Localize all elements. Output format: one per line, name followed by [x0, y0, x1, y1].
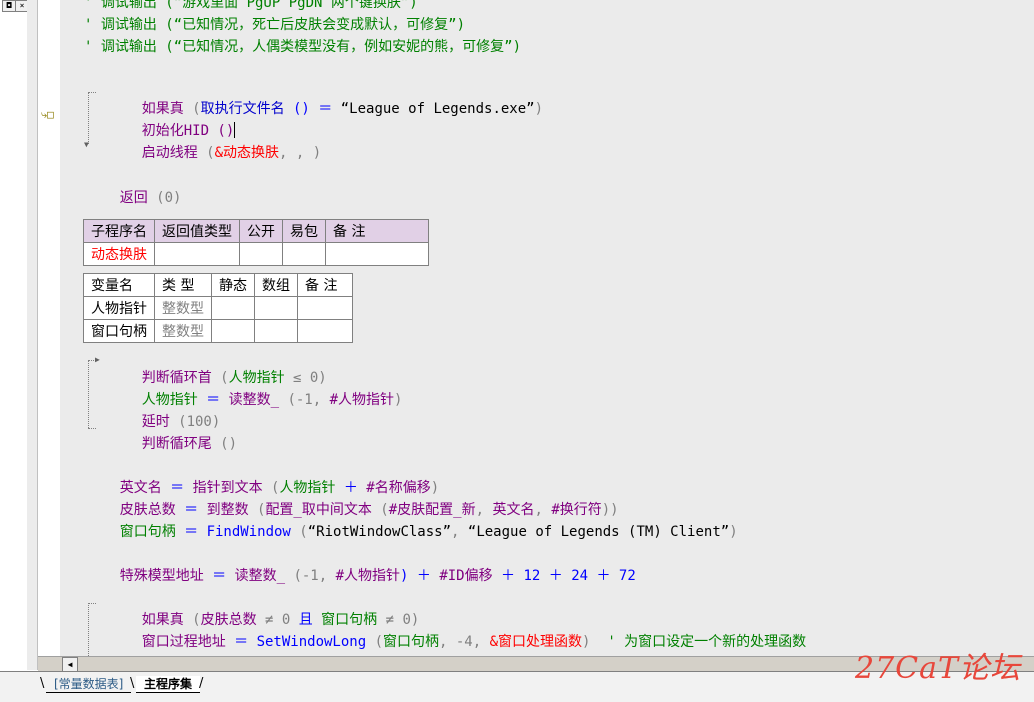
punct: , — [451, 524, 468, 540]
keyword: 返回 — [119, 190, 148, 206]
variable-table: 变量名 类 型 静态 数组 备 注 人物指针 整数型 窗口句柄 整数型 — [83, 273, 353, 343]
scroll-left-arrow-icon[interactable]: ◀ — [62, 657, 78, 672]
pane-restore-button[interactable]: ◘ — [2, 0, 16, 12]
punct: ( — [290, 524, 308, 540]
table-cell[interactable] — [154, 242, 240, 266]
operator: ＝ — [175, 524, 207, 540]
subroutine-ref: &窗口处理函数 — [489, 634, 583, 650]
punct: ) — [729, 524, 738, 540]
variable: 窗口句柄 — [383, 634, 440, 650]
punct: (-1, — [279, 392, 330, 408]
function-call: 读整数_ — [234, 568, 286, 584]
table-header: 子程序名 — [83, 219, 155, 243]
operator: ＝ — [225, 634, 257, 650]
subroutine-table: 子程序名 返回值类型 公开 易包 备 注 动态换肤 — [83, 219, 429, 266]
comment-line: ' 调试输出 (“已知情况，死亡后皮肤会变成默认，可修复”) — [84, 17, 465, 33]
table-cell[interactable] — [282, 242, 326, 266]
tab-separator: / — [199, 676, 204, 691]
table-cell[interactable] — [254, 296, 298, 320]
keyword: 判断循环尾 — [141, 436, 212, 452]
tab-separator: \ — [40, 676, 45, 691]
constant: #ID偏移 — [439, 568, 493, 584]
flow-guide — [88, 92, 96, 93]
tab-separator: \ — [130, 676, 135, 691]
left-scrollbar[interactable] — [27, 0, 38, 670]
table-cell[interactable]: 动态换肤 — [83, 242, 155, 266]
operator: ＝ — [203, 568, 235, 584]
flow-guide — [88, 360, 89, 428]
function-call: 启动线程 — [141, 145, 198, 161]
function-call: 读整数_ — [228, 392, 280, 408]
table-cell[interactable] — [211, 296, 255, 320]
table-header: 备 注 — [325, 219, 429, 243]
constant: #人物指针 — [335, 568, 401, 584]
flow-guide — [88, 603, 89, 656]
table-cell[interactable] — [297, 319, 353, 343]
table-cell[interactable]: 人物指针 — [83, 296, 155, 320]
punct: (-1, — [285, 568, 336, 584]
table-cell[interactable] — [297, 296, 353, 320]
left-panel: ◘ × — [0, 0, 29, 670]
string-literal: “RiotWindowClass” — [307, 524, 452, 540]
punct: ( — [366, 634, 384, 650]
string-literal: “League of Legends (TM) Client” — [467, 524, 730, 540]
punct: ) — [394, 392, 403, 408]
assign-statement: 窗口过程地址 ＝ SetWindowLong (窗口句柄, -4, &窗口处理函… — [108, 615, 806, 656]
flow-guide — [88, 428, 96, 429]
code-editor[interactable]: ' 调试输出 (“游戏里面 PgUP PgDN 两个键换肤”) ' 调试输出 (… — [60, 0, 1034, 656]
function-call: SetWindowLong — [256, 634, 367, 650]
return-statement: 返回 (0) — [86, 171, 182, 225]
punct: , , ) — [279, 145, 322, 161]
table-cell[interactable] — [325, 242, 429, 266]
comment-line: ' 调试输出 (“游戏里面 PgUP PgDN 两个键换肤”) — [84, 0, 418, 11]
table-header: 备 注 — [297, 273, 353, 297]
punct: () ＝ — [284, 101, 341, 117]
watermark-logo: 27CaT论坛 — [855, 651, 1022, 686]
variable: 窗口句柄 — [119, 524, 176, 540]
table-header: 静态 — [211, 273, 255, 297]
tab-constant-table[interactable]: [常量数据表] — [46, 676, 132, 693]
operator: ) ＋ — [400, 568, 440, 584]
tab-main-assembly[interactable]: 主程序集 — [136, 676, 201, 693]
constant: #人物指针 — [329, 392, 395, 408]
variable: 特殊模型地址 — [119, 568, 204, 584]
punct: () — [211, 436, 238, 452]
current-line-marker-icon: ⤷□ — [41, 108, 54, 121]
table-header: 公开 — [239, 219, 283, 243]
punct: ( — [197, 145, 215, 161]
flow-guide — [88, 603, 96, 604]
table-cell[interactable] — [254, 319, 298, 343]
flow-guide — [88, 92, 89, 144]
operator: ＋ 12 ＋ 24 ＋ 72 — [492, 568, 636, 584]
variable: 窗口过程地址 — [141, 634, 226, 650]
table-cell[interactable]: 整数型 — [154, 319, 212, 343]
flow-right-arrow-icon: ▶ — [95, 355, 100, 364]
comment-line: ' 调试输出 (“已知情况，人偶类模型没有，例如安妮的熊，可修复”) — [84, 39, 521, 55]
table-header: 类 型 — [154, 273, 212, 297]
table-header: 返回值类型 — [154, 219, 240, 243]
table-cell[interactable]: 整数型 — [154, 296, 212, 320]
line-gutter — [38, 0, 60, 656]
flow-down-arrow-icon: ▼ — [84, 140, 89, 149]
table-cell[interactable] — [239, 242, 283, 266]
string-literal: “League of Legends.exe” — [340, 101, 535, 117]
punct: (0) — [147, 190, 182, 206]
table-cell[interactable]: 窗口句柄 — [83, 319, 155, 343]
table-header: 易包 — [282, 219, 326, 243]
punct: ) — [534, 101, 544, 117]
table-header: 变量名 — [83, 273, 155, 297]
table-cell[interactable] — [211, 319, 255, 343]
subroutine-ref: &动态换肤 — [214, 145, 280, 161]
punct: , -4, — [439, 634, 490, 650]
inline-comment: ' 为窗口设定一个新的处理函数 — [590, 634, 807, 650]
table-header: 数组 — [254, 273, 298, 297]
function-call: FindWindow — [206, 524, 291, 540]
